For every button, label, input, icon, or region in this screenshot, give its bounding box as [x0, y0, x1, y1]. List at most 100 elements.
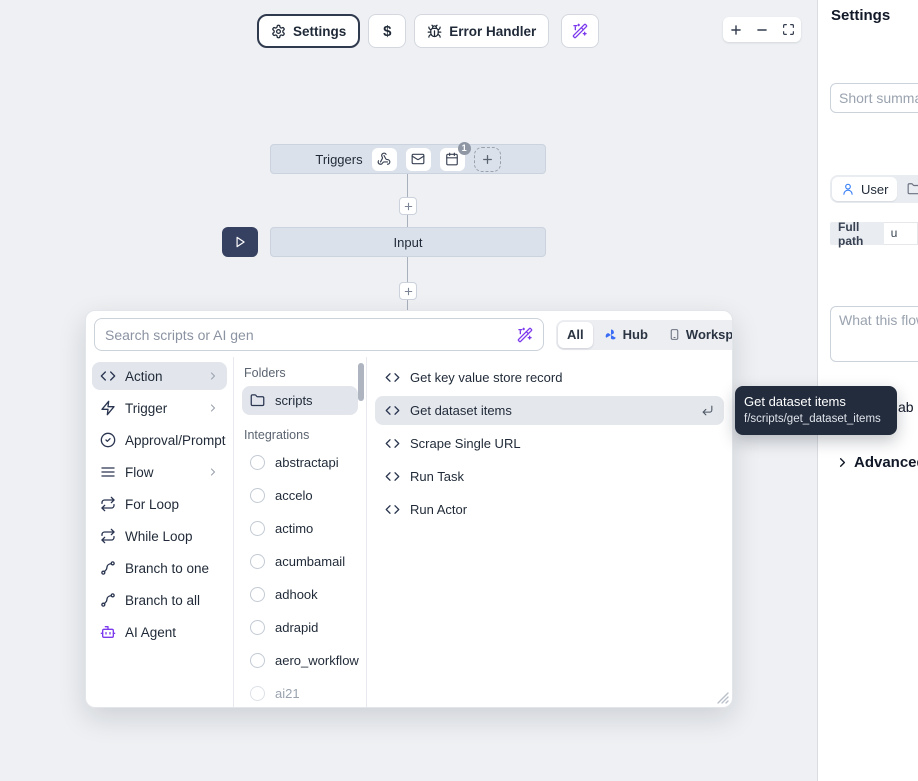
tooltip-path: f/scripts/get_dataset_items [744, 411, 888, 428]
code-icon [385, 436, 400, 451]
category-while-loop[interactable]: While Loop [92, 522, 227, 550]
cache-dollar-button[interactable]: $ [368, 14, 406, 48]
integration-item[interactable]: acumbamail [242, 547, 358, 576]
schedule-trigger-chip[interactable]: 1 [440, 148, 465, 171]
ai-wand-icon[interactable] [517, 327, 533, 343]
settings-button[interactable]: Settings [257, 14, 360, 48]
description-textarea[interactable] [830, 306, 918, 362]
category-branch-to-all[interactable]: Branch to all [92, 586, 227, 614]
integration-logo-placeholder [250, 587, 265, 602]
plus-icon [729, 23, 743, 37]
plus-cross-icon [403, 201, 414, 212]
category-label: For Loop [125, 497, 179, 512]
category-for-loop[interactable]: For Loop [92, 490, 227, 518]
integration-label: ai21 [275, 686, 300, 701]
schedule-count-badge: 1 [458, 142, 471, 155]
workspace-icon [668, 328, 681, 341]
category-branch-to-one[interactable]: Branch to one [92, 554, 227, 582]
result-tooltip: Get dataset items f/scripts/get_dataset_… [735, 386, 897, 435]
category-label: Branch to all [125, 593, 200, 608]
path-user-tab[interactable]: User [832, 177, 897, 201]
branch-icon [100, 560, 116, 576]
user-tab-label: User [861, 182, 888, 197]
calendar-icon [445, 152, 459, 166]
result-item[interactable]: Get key value store record [375, 363, 724, 392]
category-list: Action Trigger Approval/Prompt Flow For [86, 357, 234, 707]
code-icon [385, 370, 400, 385]
result-label: Get dataset items [410, 403, 512, 418]
category-label: AI Agent [125, 625, 176, 640]
category-label: Trigger [125, 401, 167, 416]
integration-label: adhook [275, 587, 318, 602]
code-icon [385, 502, 400, 517]
integration-logo-placeholder [250, 653, 265, 668]
integration-logo-placeholder [250, 521, 265, 536]
ai-wand-button[interactable] [561, 14, 599, 48]
triggers-node[interactable]: Triggers 1 [270, 144, 546, 174]
integration-item[interactable]: ai21 [242, 679, 358, 707]
result-item-selected[interactable]: Get dataset items [375, 396, 724, 425]
summary-input[interactable] [830, 83, 918, 113]
integration-item[interactable]: actimo [242, 514, 358, 543]
error-handler-label: Error Handler [449, 24, 536, 39]
result-label: Run Task [410, 469, 464, 484]
filter-all-label: All [567, 327, 584, 342]
path-owner-tabs: User [830, 175, 918, 203]
category-trigger[interactable]: Trigger [92, 394, 227, 422]
chevron-right-icon [207, 402, 219, 414]
category-ai-agent[interactable]: AI Agent [92, 618, 227, 646]
folder-icon [250, 393, 265, 408]
folder-item-scripts[interactable]: scripts [242, 386, 358, 415]
resize-handle[interactable] [717, 692, 729, 704]
branch-icon [100, 592, 116, 608]
integration-logo-placeholder [250, 620, 265, 635]
input-node[interactable]: Input [270, 227, 546, 257]
integration-label: adrapid [275, 620, 318, 635]
integration-logo-placeholder [250, 686, 265, 701]
insert-step-button-bottom[interactable] [399, 282, 417, 300]
category-flow[interactable]: Flow [92, 458, 227, 486]
insert-step-button-top[interactable] [399, 197, 417, 215]
integration-item[interactable]: accelo [242, 481, 358, 510]
bot-icon [100, 624, 116, 640]
plus-cross-icon [403, 286, 414, 297]
fit-view-button[interactable] [775, 17, 801, 42]
advanced-toggle[interactable]: Advanced [835, 454, 918, 471]
filter-tab-all[interactable]: All [558, 322, 593, 348]
category-approval-prompt[interactable]: Approval/Prompt [92, 426, 227, 454]
webhook-trigger-chip[interactable] [372, 148, 397, 171]
chevron-right-icon [207, 466, 219, 478]
filter-tab-workspace[interactable]: Workspace [659, 322, 733, 348]
integration-item[interactable]: adhook [242, 580, 358, 609]
zoom-in-button[interactable] [723, 17, 749, 42]
integration-item[interactable]: abstractapi [242, 448, 358, 477]
path-folder-tab[interactable] [899, 177, 918, 201]
run-flow-button[interactable] [222, 227, 258, 257]
integration-label: actimo [275, 521, 313, 536]
search-input[interactable] [105, 327, 509, 343]
code-icon [385, 403, 400, 418]
category-action[interactable]: Action [92, 362, 227, 390]
integration-label: aero_workflow [275, 653, 359, 668]
result-item[interactable]: Run Actor [375, 495, 724, 524]
advanced-label: Advanced [854, 454, 918, 471]
filter-tab-hub[interactable]: Hub [595, 322, 657, 348]
folders-integrations-column: Folders scripts Integrations abstractapi… [234, 357, 367, 707]
enter-key-icon [701, 404, 714, 417]
result-item[interactable]: Scrape Single URL [375, 429, 724, 458]
input-node-label: Input [394, 235, 423, 250]
error-handler-button[interactable]: Error Handler [414, 14, 549, 48]
full-path-value: u [884, 222, 918, 245]
filter-hub-label: Hub [623, 327, 648, 342]
email-trigger-chip[interactable] [406, 148, 431, 171]
result-item[interactable]: Run Task [375, 462, 724, 491]
integration-item[interactable]: adrapid [242, 613, 358, 642]
integration-item[interactable]: aero_workflow [242, 646, 358, 675]
play-icon [233, 235, 247, 249]
category-label: While Loop [125, 529, 193, 544]
chevron-right-icon [207, 370, 219, 382]
zap-icon [100, 400, 116, 416]
scrollbar-thumb[interactable] [358, 363, 364, 401]
zoom-out-button[interactable] [749, 17, 775, 42]
add-trigger-button[interactable] [474, 147, 501, 172]
